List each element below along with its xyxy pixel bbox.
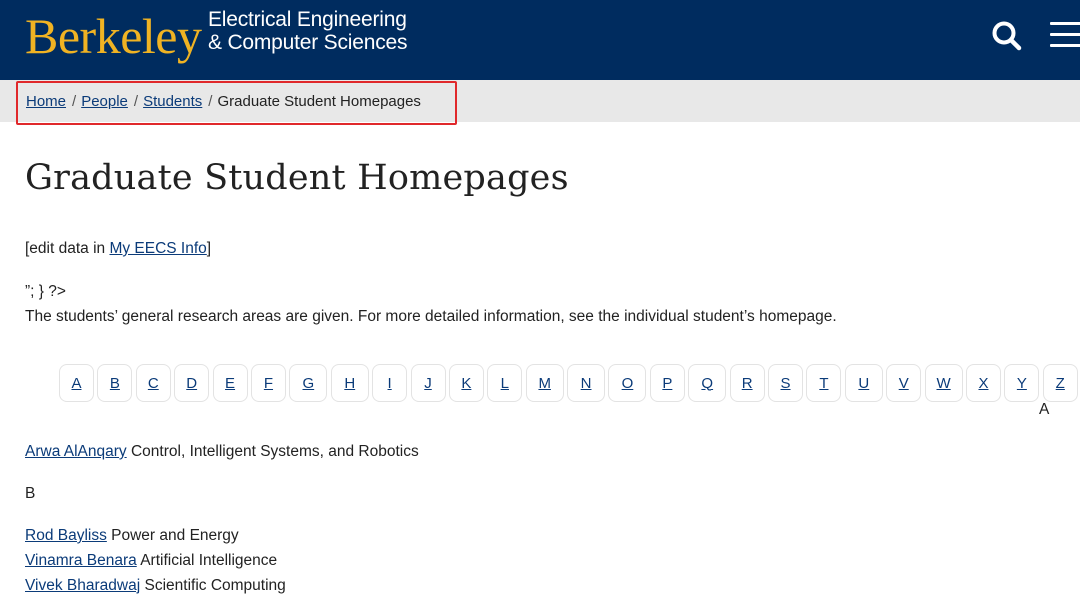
breadcrumb-current: Graduate Student Homepages [217,93,421,110]
letter-link-c[interactable]: C [135,364,171,402]
letter-link-h[interactable]: H [330,364,369,402]
research-area: Scientific Computing [144,577,286,594]
student-entry: Vivek Bharadwaj Scientific Computing [25,577,286,595]
research-area: Power and Energy [111,527,239,544]
berkeley-logo[interactable]: Berkeley [25,6,202,66]
letter-link-t[interactable]: T [806,364,842,402]
breadcrumb-home-link[interactable]: Home [26,93,66,110]
department-name[interactable]: Electrical Engineering & Computer Scienc… [208,8,407,54]
letter-link-x[interactable]: X [965,364,1001,402]
letter-link-u[interactable]: U [844,364,883,402]
letter-link-k[interactable]: K [448,364,484,402]
student-name-link[interactable]: Arwa AlAnqary [25,443,127,460]
student-name-link[interactable]: Vivek Bharadwaj [25,577,140,594]
breadcrumb-separator: / [72,93,77,110]
section-heading-b: B [25,485,36,502]
breadcrumb: Home / People / Students / Graduate Student Ho… [16,81,457,125]
edit-suffix: ] [206,240,212,257]
student-name-link[interactable]: Rod Bayliss [25,527,107,544]
department-line-2: & Computer Sciences [208,31,408,54]
letter-link-b[interactable]: B [97,364,133,402]
stray-code-text: ”; } ?> [25,283,66,300]
site-header: Berkeley Electrical Engineering & Comput… [0,0,1080,80]
hamburger-menu-icon[interactable] [1048,19,1080,51]
student-name-link[interactable]: Vinamra Benara [25,552,137,569]
student-entry: Vinamra Benara Artificial Intelligence [25,552,277,570]
letter-link-a[interactable]: A [59,364,94,402]
letter-link-r[interactable]: R [729,364,765,402]
breadcrumb-separator: / [133,93,139,110]
my-eecs-info-link[interactable]: My EECS Info [109,240,206,257]
breadcrumb-people-link[interactable]: People [81,93,128,110]
intro-text: The students’ general research areas are… [25,308,837,325]
letter-link-f[interactable]: F [250,364,286,402]
letter-link-l[interactable]: L [487,364,523,402]
letter-link-w[interactable]: W [924,364,963,402]
search-icon [992,21,1022,51]
letter-link-y[interactable]: Y [1004,364,1040,402]
section-heading-a: A [1039,401,1050,418]
research-area: Control, Intelligent Systems, and Roboti… [130,443,419,460]
letter-link-v[interactable]: V [886,364,922,402]
letter-link-m[interactable]: M [525,364,564,402]
breadcrumb-students-link[interactable]: Students [143,93,202,110]
search-button[interactable] [988,17,1026,55]
department-line-1: Electrical Engineering [208,8,407,31]
breadcrumb-separator: / [208,93,213,110]
letter-link-o[interactable]: O [608,364,647,402]
letter-link-d[interactable]: D [174,364,210,402]
research-area: Artificial Intelligence [140,552,278,569]
student-entry: Arwa AlAnqary Control, Intelligent Syste… [25,443,419,461]
letter-link-p[interactable]: P [649,364,685,402]
letter-navigation: A B C D E F G H I J K L M N O P Q R S T … [59,364,1080,402]
letter-link-e[interactable]: E [212,364,248,402]
letter-link-n[interactable]: N [567,364,606,402]
breadcrumb-bar: Home / People / Students / Graduate Student Ho… [0,80,1080,125]
edit-data-note: [edit data in My EECS Info] [25,240,211,258]
letter-link-z[interactable]: Z [1042,364,1078,402]
page-title: Graduate Student Homepages [25,158,569,198]
letter-link-j[interactable]: J [410,364,446,402]
student-entry: Rod Bayliss Power and Energy [25,527,239,545]
letter-link-i[interactable]: I [372,364,408,402]
letter-link-q[interactable]: Q [688,364,727,402]
edit-prefix: [edit data in [25,240,110,257]
letter-link-s[interactable]: S [768,364,804,402]
letter-link-g[interactable]: G [289,364,328,402]
